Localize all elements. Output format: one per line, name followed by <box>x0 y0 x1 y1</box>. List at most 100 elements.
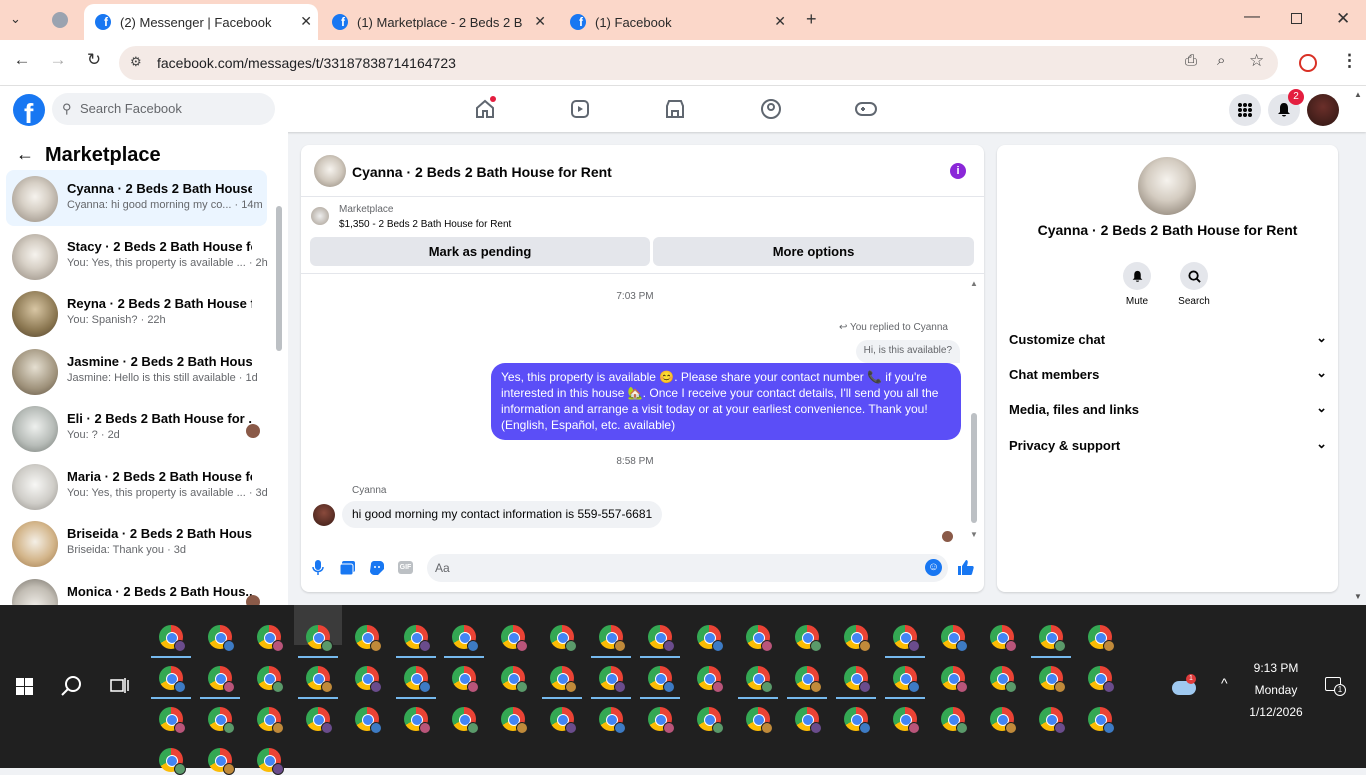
chrome-app-icon[interactable] <box>305 625 333 652</box>
install-app-icon[interactable]: ⎙ <box>1185 52 1197 69</box>
chrome-app-icon[interactable] <box>501 707 529 734</box>
zoom-icon[interactable]: ⌕ <box>1217 52 1225 69</box>
chrome-app-icon[interactable] <box>696 707 724 734</box>
gif-icon[interactable]: GIF <box>398 561 413 574</box>
thumbs-up-icon[interactable] <box>957 559 974 576</box>
pinned-facebook-tab[interactable] <box>52 12 68 28</box>
reload-icon[interactable]: ↻ <box>81 50 107 70</box>
address-bar[interactable]: ⚙ facebook.com/messages/t/33187838714164… <box>119 46 1278 80</box>
chrome-app-icon[interactable] <box>354 625 382 652</box>
groups-icon[interactable] <box>756 94 786 124</box>
mark-as-pending-button[interactable]: Mark as pending <box>310 237 650 266</box>
search-input[interactable]: ⚲ Search Facebook <box>52 93 275 125</box>
chrome-app-icon[interactable] <box>941 666 969 693</box>
chat-header-avatar[interactable] <box>314 155 346 187</box>
close-tab-icon[interactable]: ✕ <box>774 13 786 30</box>
chat-title[interactable]: Cyanna · 2 Beds 2 Bath House for Rent <box>352 164 612 180</box>
chrome-app-icon[interactable] <box>305 666 333 693</box>
chrome-app-icon[interactable] <box>403 666 431 693</box>
taskbar-search-icon[interactable] <box>61 675 83 697</box>
chrome-app-icon[interactable] <box>550 707 578 734</box>
conversation-reyna[interactable]: Reyna · 2 Beds 2 Bath House for... You: … <box>6 285 267 341</box>
chrome-app-icon[interactable] <box>1039 666 1067 693</box>
scroll-up-icon[interactable]: ▲ <box>970 279 978 288</box>
tab-facebook[interactable]: f (1) Facebook ✕ <box>560 4 792 40</box>
restore-icon[interactable] <box>1291 13 1302 24</box>
quoted-message[interactable]: Hi, is this available? <box>855 340 960 363</box>
chat-scrollbar[interactable]: ▲ ▼ <box>970 279 979 541</box>
close-window-icon[interactable]: ✕ <box>1336 9 1350 29</box>
conversation-cyanna[interactable]: Cyanna · 2 Beds 2 Bath House f... Cyanna… <box>6 170 267 226</box>
privacy-support-section[interactable]: Privacy & support ⌄ <box>1009 436 1327 453</box>
customize-chat-section[interactable]: Customize chat ⌄ <box>1009 330 1327 347</box>
incoming-message[interactable]: hi good morning my contact information i… <box>342 501 663 528</box>
conversation-maria[interactable]: Maria · 2 Beds 2 Bath House for... You: … <box>6 458 268 514</box>
chrome-app-icon[interactable] <box>892 666 920 693</box>
listing-price[interactable]: $1,350 - 2 Beds 2 Bath House for Rent <box>339 219 511 230</box>
chrome-app-icon[interactable] <box>648 666 675 693</box>
chrome-app-icon[interactable] <box>207 666 235 693</box>
chrome-app-icon[interactable] <box>990 707 1018 734</box>
menu-grid-icon[interactable] <box>1229 94 1261 126</box>
chrome-app-icon[interactable] <box>1088 625 1116 652</box>
account-avatar[interactable] <box>1307 94 1339 126</box>
chrome-app-icon[interactable] <box>843 625 871 652</box>
chrome-app-icon[interactable] <box>452 666 480 693</box>
gaming-icon[interactable] <box>851 94 881 124</box>
chrome-app-icon[interactable] <box>403 707 431 734</box>
listing-thumbnail[interactable] <box>311 207 329 225</box>
conversation-stacy[interactable]: Stacy · 2 Beds 2 Bath House for ... You:… <box>6 228 268 284</box>
chrome-app-icon[interactable] <box>599 707 627 734</box>
show-hidden-icons-chevron-icon[interactable]: ^ <box>1221 675 1228 691</box>
emoji-icon[interactable]: ☺ <box>925 559 942 576</box>
chrome-app-icon[interactable] <box>696 666 724 693</box>
close-tab-icon[interactable]: ✕ <box>534 13 546 30</box>
site-info-icon[interactable]: ⚙ <box>130 54 142 70</box>
chrome-app-icon[interactable] <box>354 707 382 734</box>
chrome-app-icon[interactable] <box>941 625 969 652</box>
more-options-button[interactable]: More options <box>653 237 974 266</box>
message-input[interactable]: Aa ☺ <box>427 554 948 582</box>
chrome-app-icon[interactable] <box>696 625 724 652</box>
chrome-app-icon[interactable] <box>843 666 871 693</box>
chrome-app-icon[interactable] <box>941 707 969 734</box>
mute-button[interactable]: Mute <box>1121 262 1153 307</box>
conversation-monica[interactable]: Monica · 2 Beds 2 Bath Hous... <box>6 573 267 605</box>
outgoing-message[interactable]: Yes, this property is available 😊. Pleas… <box>491 363 961 440</box>
chat-members-section[interactable]: Chat members ⌄ <box>1009 365 1327 382</box>
chrome-app-icon[interactable] <box>843 707 871 734</box>
home-icon[interactable] <box>470 94 500 124</box>
chrome-app-icon[interactable] <box>1039 625 1067 652</box>
menu-kebab-icon[interactable]: ⋮ <box>1341 51 1358 71</box>
chrome-app-icon[interactable] <box>1088 666 1116 693</box>
chrome-app-icon[interactable] <box>648 625 675 652</box>
marketplace-icon[interactable] <box>660 94 690 124</box>
chrome-app-icon[interactable] <box>159 707 186 734</box>
chrome-app-icon[interactable] <box>550 625 578 652</box>
back-icon[interactable]: ← <box>9 50 35 70</box>
profile-icon[interactable] <box>1299 54 1317 72</box>
chrome-app-icon[interactable] <box>892 707 920 734</box>
chrome-app-icon[interactable] <box>256 748 284 775</box>
chrome-app-icon[interactable] <box>159 666 186 693</box>
tab-marketplace[interactable]: f (1) Marketplace - 2 Beds 2 Bath ✕ <box>322 4 552 40</box>
chrome-app-icon[interactable] <box>745 625 773 652</box>
chrome-app-icon[interactable] <box>256 707 284 734</box>
close-tab-icon[interactable]: ✕ <box>300 13 312 30</box>
notifications-bell-icon[interactable]: 2 <box>1268 89 1304 126</box>
chrome-app-icon[interactable] <box>452 625 480 652</box>
chrome-app-icon[interactable] <box>745 666 773 693</box>
conversation-jasmine[interactable]: Jasmine · 2 Beds 2 Bath House f... Jasmi… <box>6 343 267 399</box>
chrome-app-icon[interactable] <box>501 625 529 652</box>
chrome-app-icon[interactable] <box>745 707 773 734</box>
clock[interactable]: 9:13 PM Monday 1/12/2026 <box>1240 657 1312 723</box>
media-files-links-section[interactable]: Media, files and links ⌄ <box>1009 400 1327 417</box>
chrome-app-icon[interactable] <box>403 625 431 652</box>
chrome-app-icon[interactable] <box>354 666 382 693</box>
scroll-down-icon[interactable]: ▼ <box>970 530 978 539</box>
task-view-icon[interactable] <box>110 677 129 694</box>
chrome-app-icon[interactable] <box>648 707 675 734</box>
sidebar-scrollbar[interactable] <box>275 178 283 603</box>
chrome-app-icon[interactable] <box>207 625 235 652</box>
conversation-info-icon[interactable]: i <box>950 163 966 179</box>
